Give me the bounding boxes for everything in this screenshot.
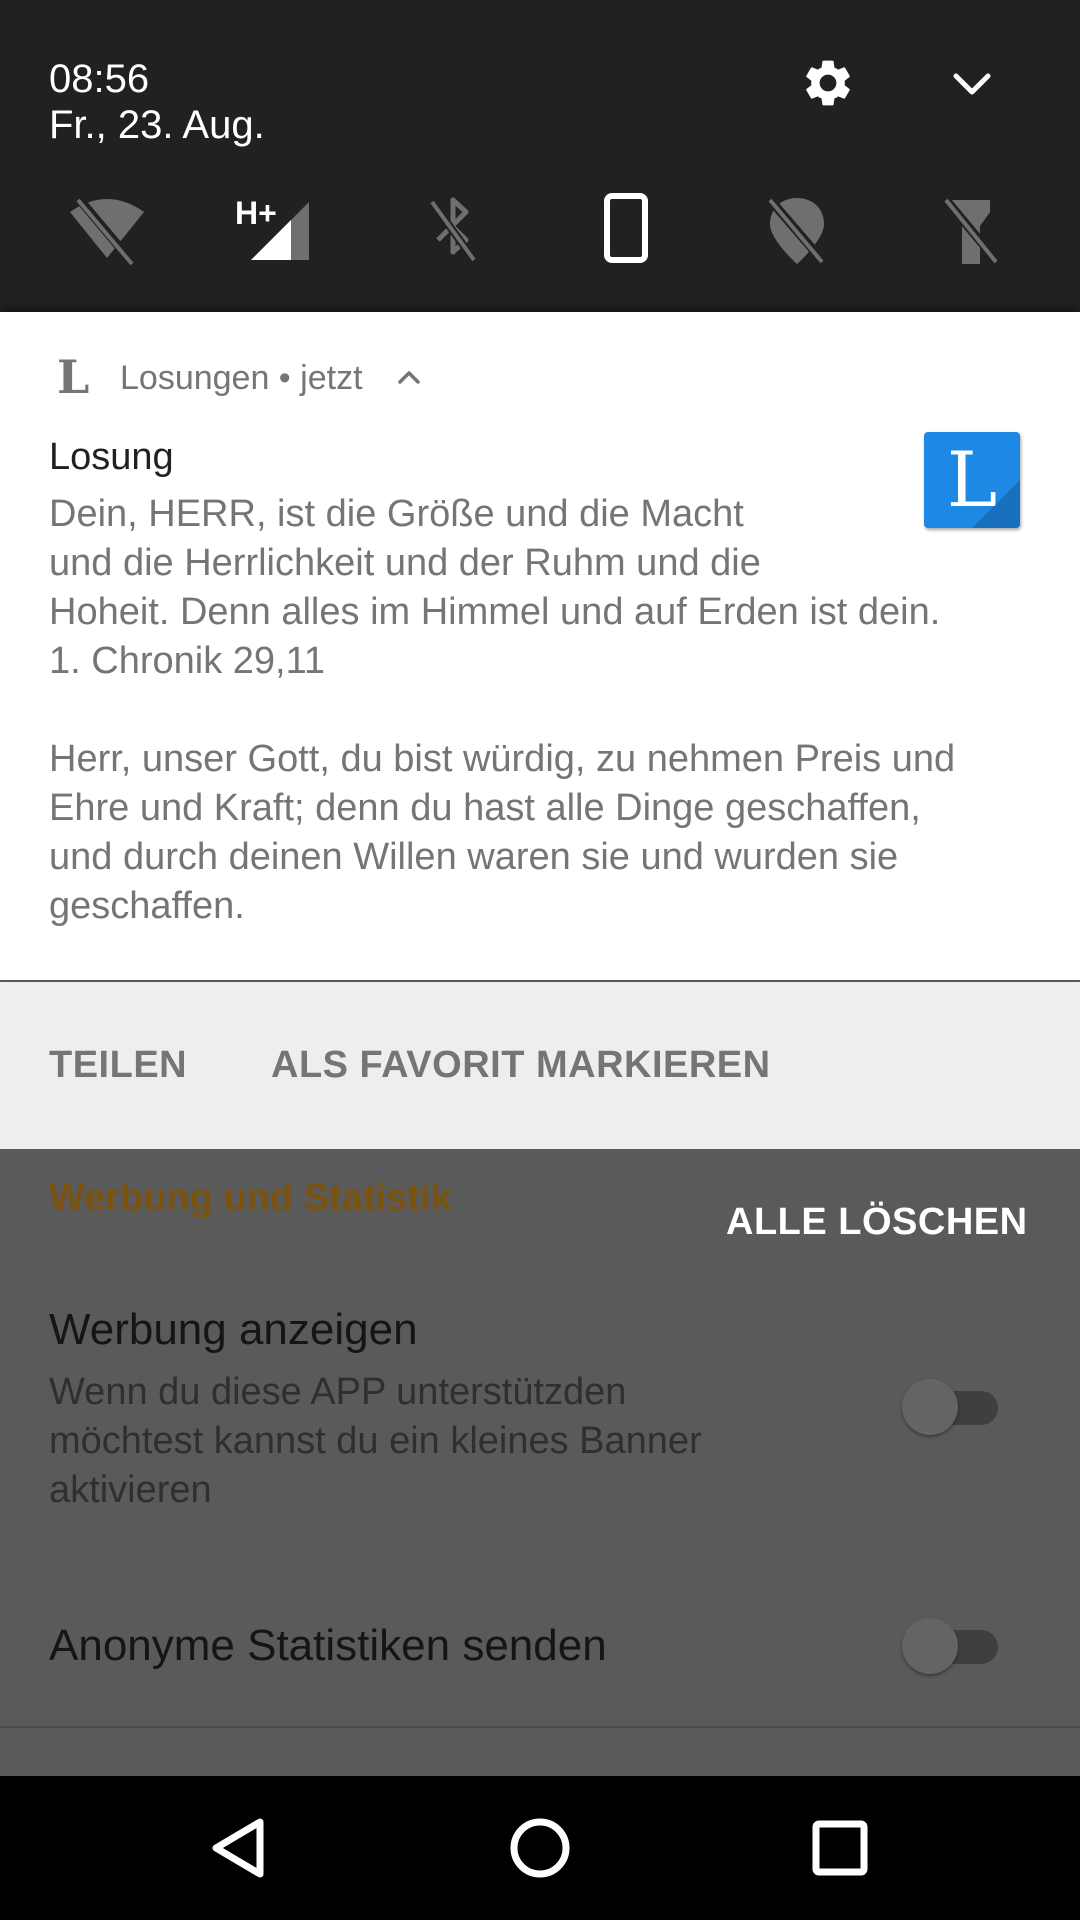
ads-pref-summary: Wenn du diese APP unterstützden möchtest… (49, 1368, 829, 1515)
notification-app-name: Losungen • jetzt (120, 359, 363, 397)
lehrtext-line: Ehre und Kraft; denn du hast alle Dinge … (49, 787, 921, 829)
switch-thumb (902, 1618, 958, 1674)
date: Fr., 23. Aug. (49, 103, 265, 147)
home-icon[interactable] (498, 1806, 582, 1890)
location-off-icon[interactable] (752, 190, 842, 270)
stats-pref-title[interactable]: Anonyme Statistiken senden (49, 1620, 607, 1672)
ads-toggle-switch[interactable] (900, 1375, 1000, 1439)
losung-line: Hoheit. Denn alles im Himmel und auf Erd… (49, 591, 941, 633)
bluetooth-off-icon[interactable] (408, 190, 498, 270)
app-logo-icon: L (57, 350, 90, 404)
notification-body: Dein, HERR, ist die Größe und die Macht … (49, 490, 1049, 931)
lehrtext-line: geschaffen. (49, 885, 245, 927)
clock: 08:56 (49, 57, 150, 101)
ads-summary-line: aktivieren (49, 1469, 212, 1511)
quick-settings-tiles: H+ (0, 190, 1080, 270)
mobile-signal-icon[interactable]: H+ (225, 190, 315, 270)
losung-line: und die Herrlichkeit und der Ruhm und di… (49, 542, 761, 584)
settings-gear-icon[interactable] (800, 55, 856, 111)
notification-actions: TEILEN ALS FAVORIT MARKIEREN (0, 982, 1080, 1149)
navigation-bar (0, 1776, 1080, 1920)
ads-pref-title[interactable]: Werbung anzeigen (49, 1304, 418, 1356)
ads-summary-line: möchtest kannst du ein kleines Banner (49, 1420, 702, 1462)
stats-toggle-switch[interactable] (900, 1614, 1000, 1678)
losung-reference: 1. Chronik 29,11 (49, 640, 326, 682)
clear-all-button[interactable]: ALLE LÖSCHEN (726, 1198, 1028, 1246)
losung-notification[interactable]: L Losungen • jetzt Losung L Dein, HERR, … (0, 312, 1080, 1149)
favorite-button[interactable]: ALS FAVORIT MARKIEREN (271, 982, 771, 1149)
collapse-caret-icon[interactable] (396, 364, 422, 390)
ads-summary-line: Wenn du diese APP unterstützden (49, 1371, 627, 1413)
share-button[interactable]: TEILEN (49, 982, 187, 1149)
switch-thumb (902, 1379, 958, 1435)
notification-title: Losung (49, 436, 174, 478)
quick-settings-header: 08:56 Fr., 23. Aug. H+ (0, 0, 1080, 312)
recents-icon[interactable] (798, 1806, 882, 1890)
back-icon[interactable] (198, 1806, 282, 1890)
flashlight-off-icon[interactable] (926, 190, 1016, 270)
network-type-label: H+ (235, 195, 277, 231)
auto-rotate-icon[interactable] (581, 190, 671, 270)
lehrtext-line: Herr, unser Gott, du bist würdig, zu neh… (49, 738, 956, 780)
settings-section-title: Werbung und Statistik (49, 1177, 452, 1219)
list-divider (0, 1726, 1080, 1728)
wifi-off-icon[interactable] (62, 190, 152, 270)
lehrtext-line: und durch deinen Willen waren sie und wu… (49, 836, 899, 878)
losung-line: Dein, HERR, ist die Größe und die Macht (49, 493, 744, 535)
expand-chevron-icon[interactable] (950, 68, 994, 100)
